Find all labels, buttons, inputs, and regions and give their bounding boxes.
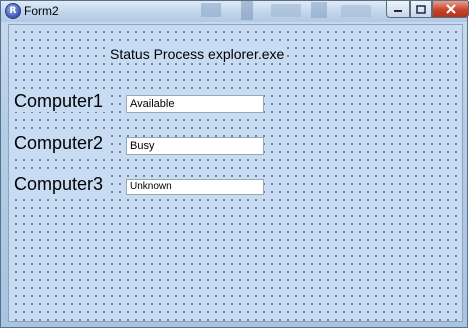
maximize-icon (416, 4, 426, 14)
status-heading: Status Process explorer.exe (108, 46, 287, 62)
title-bar[interactable]: R Form2 (1, 1, 469, 22)
computer3-status-field[interactable]: Unknown (126, 179, 264, 195)
close-icon (445, 4, 456, 14)
maximize-button[interactable] (410, 1, 432, 18)
minimize-icon (394, 10, 402, 12)
titlebar-background-decoration (201, 1, 371, 20)
close-button[interactable] (432, 1, 469, 18)
form-client-area (8, 24, 463, 322)
computer2-status-field[interactable]: Busy (126, 137, 264, 155)
window-title: Form2 (24, 4, 59, 18)
computer1-label: Computer1 (12, 91, 106, 112)
computer3-label: Computer3 (12, 174, 106, 195)
minimize-button[interactable] (386, 1, 410, 18)
computer2-label: Computer2 (12, 133, 106, 154)
app-icon[interactable]: R (5, 3, 21, 19)
computer1-status-field[interactable]: Available (126, 95, 264, 113)
